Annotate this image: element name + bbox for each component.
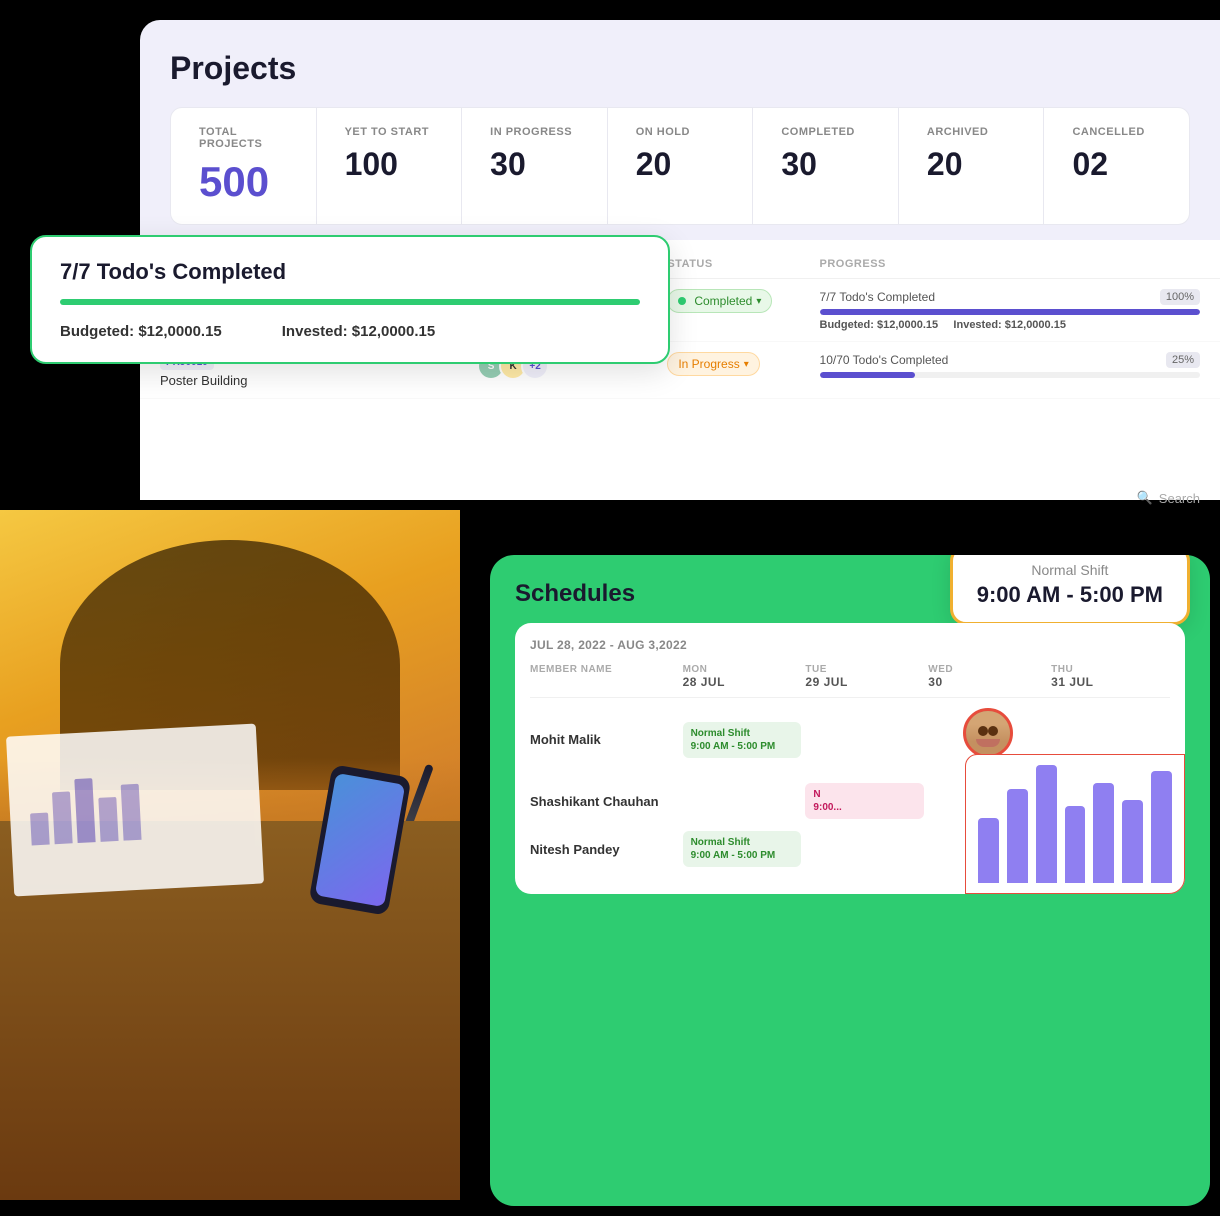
stat-label-ip: IN PROGRESS (490, 126, 579, 138)
date-range: JUL 28, 2022 - AUG 3,2022 (530, 638, 1170, 652)
progress-percent: 25% (1166, 352, 1200, 368)
col-thu: THU 31 JUL (1051, 664, 1170, 689)
normal-shift-card: Normal Shift 9:00 AM - 5:00 PM (950, 555, 1190, 625)
stat-value-comp: 30 (781, 146, 870, 183)
stats-row: TOTAL PROJECTS 500 YET TO START 100 IN P… (170, 107, 1190, 225)
project-name: Poster Building (160, 373, 477, 388)
status-dot (678, 297, 686, 305)
budgeted-label: Budgeted: (820, 319, 877, 331)
budgeted-value: $12,0000.15 (877, 319, 938, 331)
chart-bar (1036, 765, 1057, 883)
normal-shift-label: Normal Shift (977, 562, 1163, 578)
col-tue: TUE 29 JUL (805, 664, 924, 689)
tooltip-invested-label: Invested: (282, 323, 348, 340)
search-icon: 🔍 (1137, 490, 1153, 506)
progress-cell: 7/7 Todo's Completed 100% Budgeted: $12,… (820, 289, 1200, 331)
bar-chart-overlay (965, 754, 1185, 894)
progress-cell: 10/70 Todo's Completed 25% (820, 352, 1200, 378)
paper-1 (6, 723, 264, 896)
todo-text: 10/70 Todo's Completed (820, 353, 949, 367)
stat-value-yts: 100 (345, 146, 434, 183)
chevron-down-icon: ▾ (744, 359, 749, 370)
stat-label-comp: COMPLETED (781, 126, 870, 138)
tooltip-progress-bar (60, 299, 640, 305)
tooltip-invested-value: $12,0000.15 (352, 323, 435, 340)
chart-bar (978, 818, 999, 883)
search-label: Search (1159, 491, 1200, 506)
stat-cancelled[interactable]: CANCELLED 02 (1044, 108, 1189, 224)
shift-badge: N9:00... (805, 783, 924, 819)
todo-text: 7/7 Todo's Completed (820, 290, 935, 304)
invested-label: Invested: (953, 319, 1004, 331)
tooltip-invested: Invested: $12,0000.15 (282, 323, 435, 340)
face-shape (966, 711, 1010, 755)
stat-archived[interactable]: ARCHIVED 20 (899, 108, 1045, 224)
schedule-table: JUL 28, 2022 - AUG 3,2022 MEMBER NAME MO… (515, 623, 1185, 894)
stat-value-oh: 20 (636, 146, 725, 183)
tooltip-budgeted: Budgeted: $12,0000.15 (60, 323, 222, 340)
stat-value-ip: 30 (490, 146, 579, 183)
shift-badge: Normal Shift9:00 AM - 5:00 PM (683, 831, 802, 867)
stat-label-oh: ON HOLD (636, 126, 725, 138)
chart-bar (1065, 806, 1086, 883)
progress-bar-fill (820, 372, 915, 378)
progress-percent: 100% (1160, 289, 1200, 305)
stat-value-canc: 02 (1072, 146, 1161, 183)
col-header-status: STATUS (667, 258, 819, 270)
stat-value-total: 500 (199, 158, 288, 206)
schedule-header: MEMBER NAME MON 28 JUL TUE 29 JUL WED 30… (530, 664, 1170, 698)
member-avatar-photo (963, 708, 1013, 758)
shift-badge: Normal Shift9:00 AM - 5:00 PM (683, 722, 802, 758)
col-wed: WED 30 (928, 664, 1047, 689)
stat-total-projects[interactable]: TOTAL PROJECTS 500 (171, 108, 317, 224)
status-cell: In Progress ▾ (667, 352, 819, 376)
chevron-down-icon: ▾ (756, 296, 761, 307)
chart-bar (1093, 783, 1114, 883)
progress-bar-bg (820, 309, 1200, 315)
stat-completed[interactable]: COMPLETED 30 (753, 108, 899, 224)
member-name: Shashikant Chauhan (530, 794, 679, 809)
stat-in-progress[interactable]: IN PROGRESS 30 (462, 108, 608, 224)
photo-section (0, 510, 460, 1200)
member-name: Mohit Malik (530, 732, 679, 747)
status-badge[interactable]: Completed ▾ (667, 289, 772, 313)
search-bar[interactable]: 🔍 Search (1137, 490, 1200, 506)
photo-bg (0, 510, 460, 1200)
chart-bar (1151, 771, 1172, 883)
progress-bar-bg (820, 372, 1200, 378)
stat-value-arch: 20 (927, 146, 1016, 183)
stat-on-hold[interactable]: ON HOLD 20 (608, 108, 754, 224)
member-name: Nitesh Pandey (530, 842, 679, 857)
status-badge[interactable]: In Progress ▾ (667, 352, 759, 376)
stat-label-canc: CANCELLED (1072, 126, 1161, 138)
tooltip-budgeted-value: $12,0000.15 (138, 323, 221, 340)
tooltip-budget-row: Budgeted: $12,0000.15 Invested: $12,0000… (60, 323, 640, 340)
phone-screen (315, 773, 405, 907)
schedules-section: Normal Shift 9:00 AM - 5:00 PM Schedules… (490, 555, 1210, 1206)
status-text: In Progress (678, 357, 739, 371)
tooltip-card: 7/7 Todo's Completed Budgeted: $12,0000.… (30, 235, 670, 364)
progress-bar-fill (820, 309, 1200, 315)
col-member-name: MEMBER NAME (530, 664, 679, 689)
status-cell: Completed ▾ (667, 289, 819, 313)
stat-label-arch: ARCHIVED (927, 126, 1016, 138)
invested-value: $12,0000.15 (1005, 319, 1066, 331)
col-header-progress: PROGRESS (820, 258, 1200, 270)
budget-info: Budgeted: $12,0000.15 Invested: $12,0000… (820, 319, 1200, 331)
stat-label-total: TOTAL PROJECTS (199, 126, 288, 150)
tooltip-budgeted-label: Budgeted: (60, 323, 134, 340)
stat-label-yts: YET TO START (345, 126, 434, 138)
chart-bar (1122, 800, 1143, 883)
status-text: Completed (694, 294, 752, 308)
page-title: Projects (170, 50, 1190, 87)
normal-shift-time: 9:00 AM - 5:00 PM (977, 582, 1163, 608)
tooltip-title: 7/7 Todo's Completed (60, 259, 640, 285)
stat-yet-to-start[interactable]: YET TO START 100 (317, 108, 463, 224)
chart-bar (1007, 789, 1028, 883)
col-mon: MON 28 JUL (683, 664, 802, 689)
